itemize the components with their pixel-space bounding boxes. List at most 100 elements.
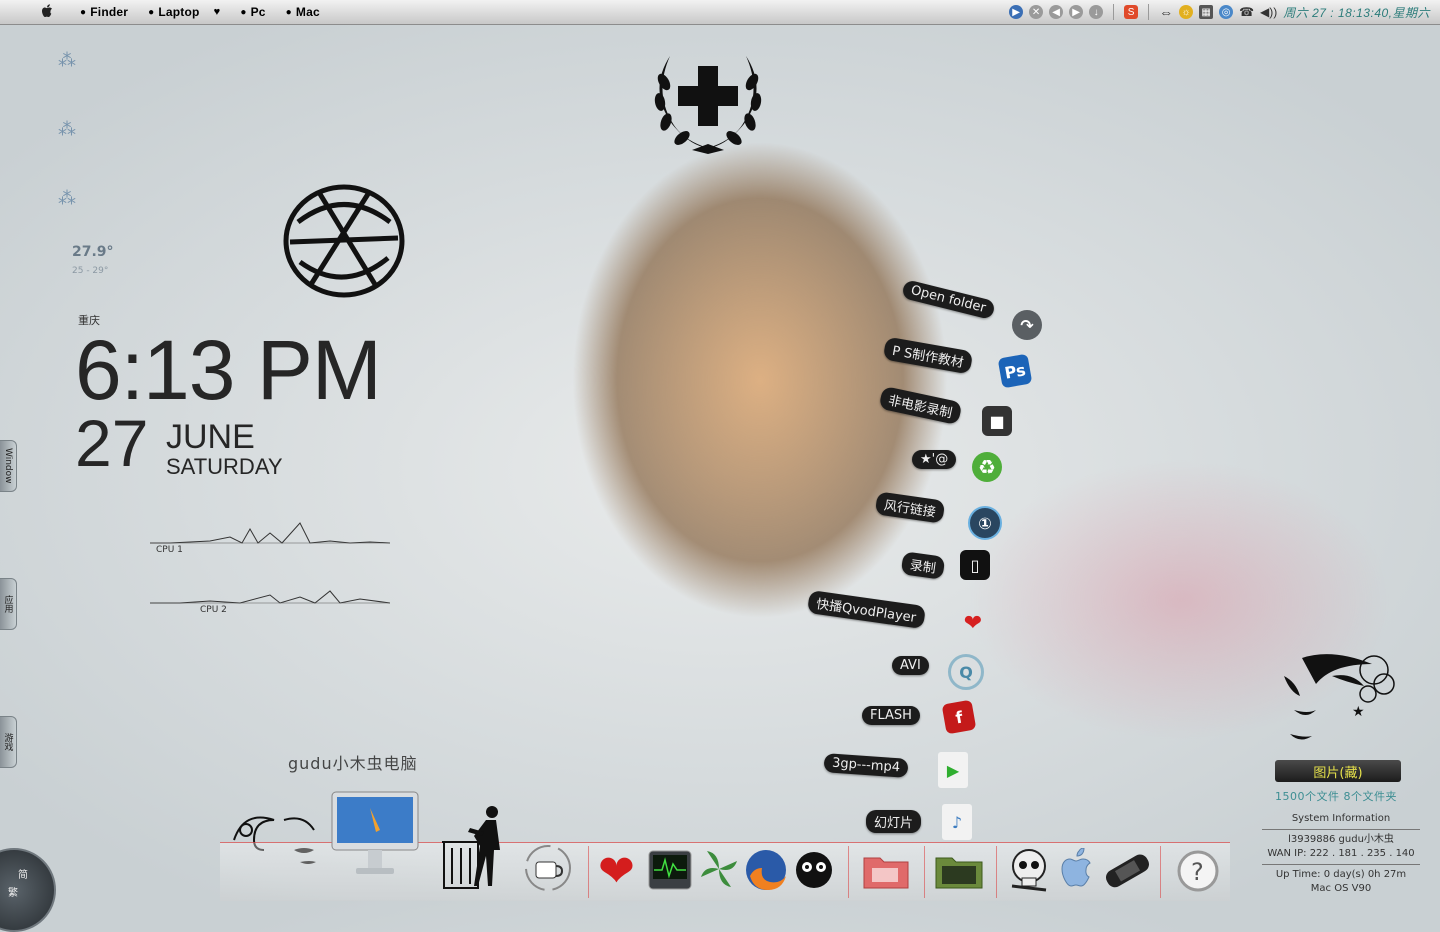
fengxing-icon[interactable]: ①	[968, 506, 1002, 540]
svg-text:★: ★	[1352, 704, 1365, 720]
imac-icon[interactable]	[330, 790, 420, 878]
movie-folder-icon[interactable]	[934, 852, 984, 890]
firefox-icon[interactable]	[744, 848, 788, 892]
clock-day: 27	[75, 406, 149, 480]
phone-icon[interactable]: ▯	[960, 550, 990, 580]
leaf-icon[interactable]	[696, 846, 742, 892]
side-tab-window[interactable]: Window	[0, 440, 17, 492]
next-icon[interactable]: ▶	[1069, 5, 1084, 19]
dock-divider	[848, 846, 849, 898]
psp-icon[interactable]	[1102, 850, 1152, 890]
menubar-clock: 周六 27 : 18:13:40,星期六	[1283, 5, 1430, 20]
menu-pc[interactable]: ● Pc	[240, 5, 265, 19]
menubar-tray: ▶ ✕ ◀ ▶ ↓ S ⇔ ☼ ▦ ◎ ☎ ◀)) 周六 27 : 18:13:…	[1009, 2, 1430, 22]
temperature-range: 25 - 29°	[72, 266, 109, 276]
soot-sprite-icon[interactable]	[792, 850, 836, 890]
menu-laptop[interactable]: ● Laptop ♥	[148, 5, 220, 19]
activity-monitor-icon[interactable]	[648, 850, 692, 890]
divider	[1262, 829, 1420, 830]
phone-icon[interactable]: ☎	[1239, 5, 1254, 19]
rain-icon: ⁂	[58, 119, 76, 140]
help-icon[interactable]: ?	[1176, 850, 1220, 892]
forward-arrow-icon[interactable]: ↷	[1012, 310, 1042, 340]
recycle-icon[interactable]: ♻	[972, 452, 1002, 482]
skull-icon[interactable]	[1006, 846, 1052, 892]
cpu-graph: CPU 1 CPU 2	[150, 515, 391, 619]
close-icon[interactable]: ✕	[1029, 5, 1044, 19]
tray-divider	[1148, 4, 1150, 20]
coffee-icon[interactable]	[522, 844, 574, 892]
computer-label: gudu小木虫电脑	[288, 754, 418, 773]
volume-icon[interactable]: ◀))	[1260, 5, 1277, 19]
menu-mac[interactable]: ● Mac	[286, 5, 320, 19]
shortcut-record[interactable]: 录制	[900, 551, 946, 580]
shortcut-movie-record[interactable]: 非电影录制	[878, 385, 963, 426]
face-art-icon: ★	[1272, 636, 1404, 756]
grid-icon[interactable]: ▦	[1199, 5, 1214, 19]
rain-icon: ⁂	[58, 50, 76, 71]
trash-icon[interactable]	[440, 804, 510, 892]
tray-divider	[1113, 4, 1115, 20]
shortcut-ps-tutorial[interactable]: P S制作教材	[882, 336, 974, 375]
apple-icon[interactable]	[34, 3, 60, 21]
cpu2-label: CPU 2	[200, 605, 227, 615]
simplified-label: 简	[18, 870, 28, 881]
globe-icon[interactable]: ◎	[1219, 5, 1234, 19]
dock-divider	[588, 846, 589, 898]
shortcut-open-folder[interactable]: Open folder	[901, 279, 996, 320]
flash-icon[interactable]: f	[941, 699, 977, 735]
shortcut-fengxing[interactable]: 风行链接	[874, 491, 946, 524]
camcorder-icon[interactable]: ■	[982, 406, 1012, 436]
photo-count: 1500个文件 8个文件夹	[1275, 790, 1397, 803]
system-info-os: Mac OS V90	[1310, 883, 1372, 894]
menubar: ● Finder ● Laptop ♥ ● Pc ● Mac ▶ ✕ ◀ ▶ ↓…	[0, 0, 1440, 25]
shortcut-star-at[interactable]: ★'@	[912, 450, 957, 469]
play-file-icon[interactable]: ▶	[938, 752, 968, 788]
side-tab-apps[interactable]: 应用	[0, 578, 17, 630]
quicktime-icon[interactable]: Q	[948, 654, 984, 690]
svg-text:?: ?	[1191, 858, 1204, 886]
heart-icon: ♥	[213, 6, 221, 18]
system-info-widget: System Information l3939886 gudu小木虫 WAN …	[1262, 812, 1420, 896]
clock-month: JUNE	[166, 418, 255, 456]
shortcut-flash[interactable]: FLASH	[862, 706, 920, 725]
system-info-uptime: Up Time: 0 day(s) 0h 27m	[1275, 869, 1407, 880]
music-file-icon[interactable]: ♪	[942, 804, 972, 840]
folder-icon[interactable]	[862, 852, 910, 890]
system-info-title: System Information	[1291, 813, 1391, 824]
shortcut-3gp-mp4[interactable]: 3gp---mp4	[823, 753, 909, 778]
shortcut-qvodplayer[interactable]: 快播QvodPlayer	[806, 589, 926, 630]
side-tab-games[interactable]: 游戏	[0, 716, 17, 768]
photoshop-icon[interactable]: Ps	[997, 353, 1033, 389]
play-icon[interactable]: ▶	[1009, 5, 1024, 19]
menu-finder[interactable]: ● Finder	[80, 5, 128, 19]
dock-divider	[924, 846, 925, 898]
bullet-icon: ●	[240, 6, 247, 18]
system-info-wan-ip: WAN IP: 222 . 181 . 235 . 140	[1267, 848, 1415, 859]
dock-divider	[1160, 846, 1161, 898]
system-info-user: l3939886 gudu小木虫	[1288, 834, 1394, 845]
clock-weekday: SATURDAY	[166, 454, 283, 479]
resize-arrows-icon[interactable]: ⇔	[1159, 4, 1173, 20]
shortcut-slideshow[interactable]: 幻灯片	[866, 810, 922, 833]
rain-icon: ⁂	[58, 188, 76, 209]
s-app-icon[interactable]: S	[1124, 5, 1139, 19]
download-icon[interactable]: ↓	[1089, 5, 1104, 19]
clock-time: 6:13 PM	[75, 323, 382, 417]
sun-icon[interactable]: ☼	[1179, 5, 1194, 19]
dock-divider	[996, 846, 997, 898]
bullet-icon: ●	[80, 6, 87, 18]
divider	[1262, 864, 1420, 865]
photo-folder-widget[interactable]: 图片(藏)	[1275, 760, 1401, 782]
bullet-icon: ●	[285, 6, 292, 18]
temperature: 27.9°	[72, 244, 114, 260]
laurel-cross-icon	[642, 30, 774, 164]
sphere-logo-icon	[280, 182, 408, 300]
heart-icon[interactable]: ❤	[958, 608, 988, 638]
shortcut-avi[interactable]: AVI	[892, 656, 929, 675]
back-icon[interactable]: ◀	[1049, 5, 1064, 19]
heart-icon[interactable]: ❤	[598, 846, 635, 897]
apple-logo-icon[interactable]	[1056, 848, 1096, 890]
bullet-icon: ●	[148, 6, 155, 18]
traditional-label: 繁	[8, 888, 18, 899]
